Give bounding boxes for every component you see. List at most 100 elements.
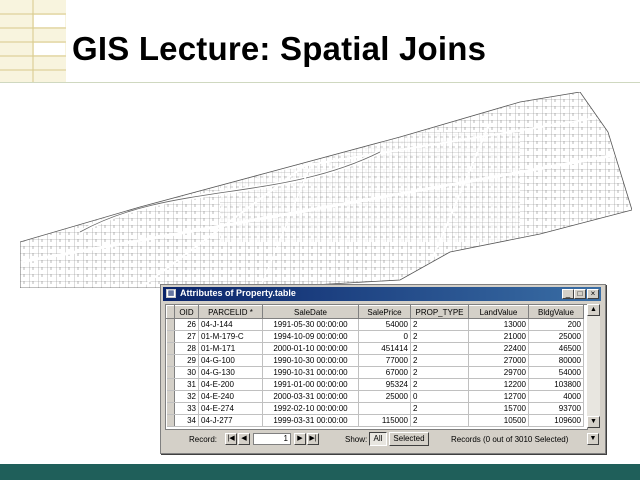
table-header-row: OID PARCELID * SaleDate SalePrice PROP_TYPE L… [166,305,584,319]
record-label: Record: [189,435,218,444]
show-label: Show: [345,435,368,444]
table-cell: 01-M-171 [198,342,263,355]
table-cell: 22400 [468,342,529,355]
table-row[interactable]: 30 04-G-130 1990-10-31 00:00:00 67000 2 29700… [166,366,584,379]
row-selector[interactable] [166,390,175,403]
table-cell: 04-G-130 [198,366,263,379]
table-cell: 46500 [528,342,584,355]
next-record-icon[interactable]: ▶ [294,433,306,445]
table-cell: 25000 [358,390,411,403]
row-selector[interactable] [166,366,175,379]
attribute-grid[interactable]: OID PARCELID * SaleDate SalePrice PROP_TYPE L… [165,304,588,430]
row-selector[interactable] [166,318,175,331]
first-record-icon[interactable]: |◀ [225,433,237,445]
table-cell: 29700 [468,366,529,379]
table-cell [358,402,411,415]
table-cell: 15700 [468,402,529,415]
column-header[interactable]: BldgValue [528,305,584,319]
table-cell: 95324 [358,378,411,391]
column-header[interactable]: LandValue [468,305,529,319]
table-cell: 31 [174,378,199,391]
slide-title: GIS Lecture: Spatial Joins [72,30,487,67]
table-cell: 115000 [358,414,411,427]
row-selector-header[interactable] [166,305,175,319]
table-cell: 54000 [358,318,411,331]
table-cell: 109600 [528,414,584,427]
row-selector[interactable] [166,330,175,343]
table-cell: 26 [174,318,199,331]
show-selected-button[interactable]: Selected [389,432,429,446]
table-cell: 1992-02-10 00:00:00 [262,402,359,415]
column-header[interactable]: PROP_TYPE [410,305,469,319]
record-number-input[interactable]: 1 [253,433,291,445]
table-cell: 30 [174,366,199,379]
table-cell: 2 [410,366,469,379]
table-cell: 2000-03-31 00:00:00 [262,390,359,403]
table-cell: 93700 [528,402,584,415]
last-record-icon[interactable]: ▶| [307,433,319,445]
title-decoration [0,0,66,82]
table-cell: 29 [174,354,199,367]
attribute-table: OID PARCELID * SaleDate SalePrice PROP_TYPE L… [166,305,584,427]
table-row[interactable]: 33 04-E-274 1992-02-10 00:00:00 2 15700 93700 [166,402,584,415]
column-header[interactable]: SaleDate [262,305,359,319]
window-title: Attributes of Property.table [180,288,296,298]
table-cell: 25000 [528,330,584,343]
table-cell: 1991-05-30 00:00:00 [262,318,359,331]
table-cell: 2 [410,318,469,331]
table-cell: 27000 [468,354,529,367]
table-cell: 12700 [468,390,529,403]
parcel-map-image [20,92,632,288]
table-icon: ▦ [166,289,176,298]
row-selector[interactable] [166,414,175,427]
column-header[interactable]: PARCELID * [198,305,263,319]
table-cell: 34 [174,414,199,427]
title-underline [0,82,640,83]
table-cell: 04-E-240 [198,390,263,403]
table-cell: 2 [410,414,469,427]
row-selector[interactable] [166,354,175,367]
table-row[interactable]: 26 04-J-144 1991-05-30 00:00:00 54000 2 13000… [166,318,584,331]
table-cell: 2000-01-10 00:00:00 [262,342,359,355]
table-row[interactable]: 32 04-E-240 2000-03-31 00:00:00 25000 0 12700… [166,390,584,403]
status-bar: Record: |◀ ◀ 1 ▶ ▶| Show: All Selected R… [163,431,601,449]
scroll-down-icon[interactable]: ▼ [587,416,600,428]
table-row[interactable]: 28 01-M-171 2000-01-10 00:00:00 451414 2 2240… [166,342,584,355]
table-cell: 04-J-144 [198,318,263,331]
minimize-button[interactable]: _ [562,289,574,299]
row-selector[interactable] [166,378,175,391]
table-row[interactable]: 31 04-E-200 1991-01-00 00:00:00 95324 2 12200… [166,378,584,391]
table-cell: 77000 [358,354,411,367]
maximize-button[interactable]: □ [574,289,586,299]
column-header[interactable]: OID [174,305,199,319]
table-row[interactable]: 29 04-G-100 1990-10-30 00:00:00 77000 2 27000… [166,354,584,367]
table-cell: 32 [174,390,199,403]
row-selector[interactable] [166,402,175,415]
table-body: 26 04-J-144 1991-05-30 00:00:00 54000 2 13000… [166,318,584,427]
table-cell: 21000 [468,330,529,343]
table-cell: 12200 [468,378,529,391]
window-titlebar[interactable]: ▦ Attributes of Property.table _ □ × [163,287,601,301]
close-button[interactable]: × [587,289,599,299]
table-cell: 01-M-179-C [198,330,263,343]
table-cell: 2 [410,378,469,391]
table-cell: 04-J-277 [198,414,263,427]
table-cell: 13000 [468,318,529,331]
table-cell: 1990-10-31 00:00:00 [262,366,359,379]
row-selector[interactable] [166,342,175,355]
table-row[interactable]: 27 01-M-179-C 1994-10-09 00:00:00 0 2 21000 25… [166,330,584,343]
table-row[interactable]: 34 04-J-277 1999-03-31 00:00:00 115000 2 1050… [166,414,584,427]
table-cell: 1990-10-30 00:00:00 [262,354,359,367]
table-cell: 103800 [528,378,584,391]
table-cell: 04-E-274 [198,402,263,415]
previous-record-icon[interactable]: ◀ [238,433,250,445]
slide-footer-bar [0,464,640,480]
vertical-scrollbar[interactable]: ▲ ▼ [587,304,600,428]
scroll-up-icon[interactable]: ▲ [587,304,600,316]
table-cell: 2 [410,402,469,415]
table-cell: 2 [410,330,469,343]
options-dropdown-icon[interactable]: ▼ [587,433,599,445]
table-cell: 0 [358,330,411,343]
show-all-button[interactable]: All [369,432,387,446]
column-header[interactable]: SalePrice [358,305,411,319]
